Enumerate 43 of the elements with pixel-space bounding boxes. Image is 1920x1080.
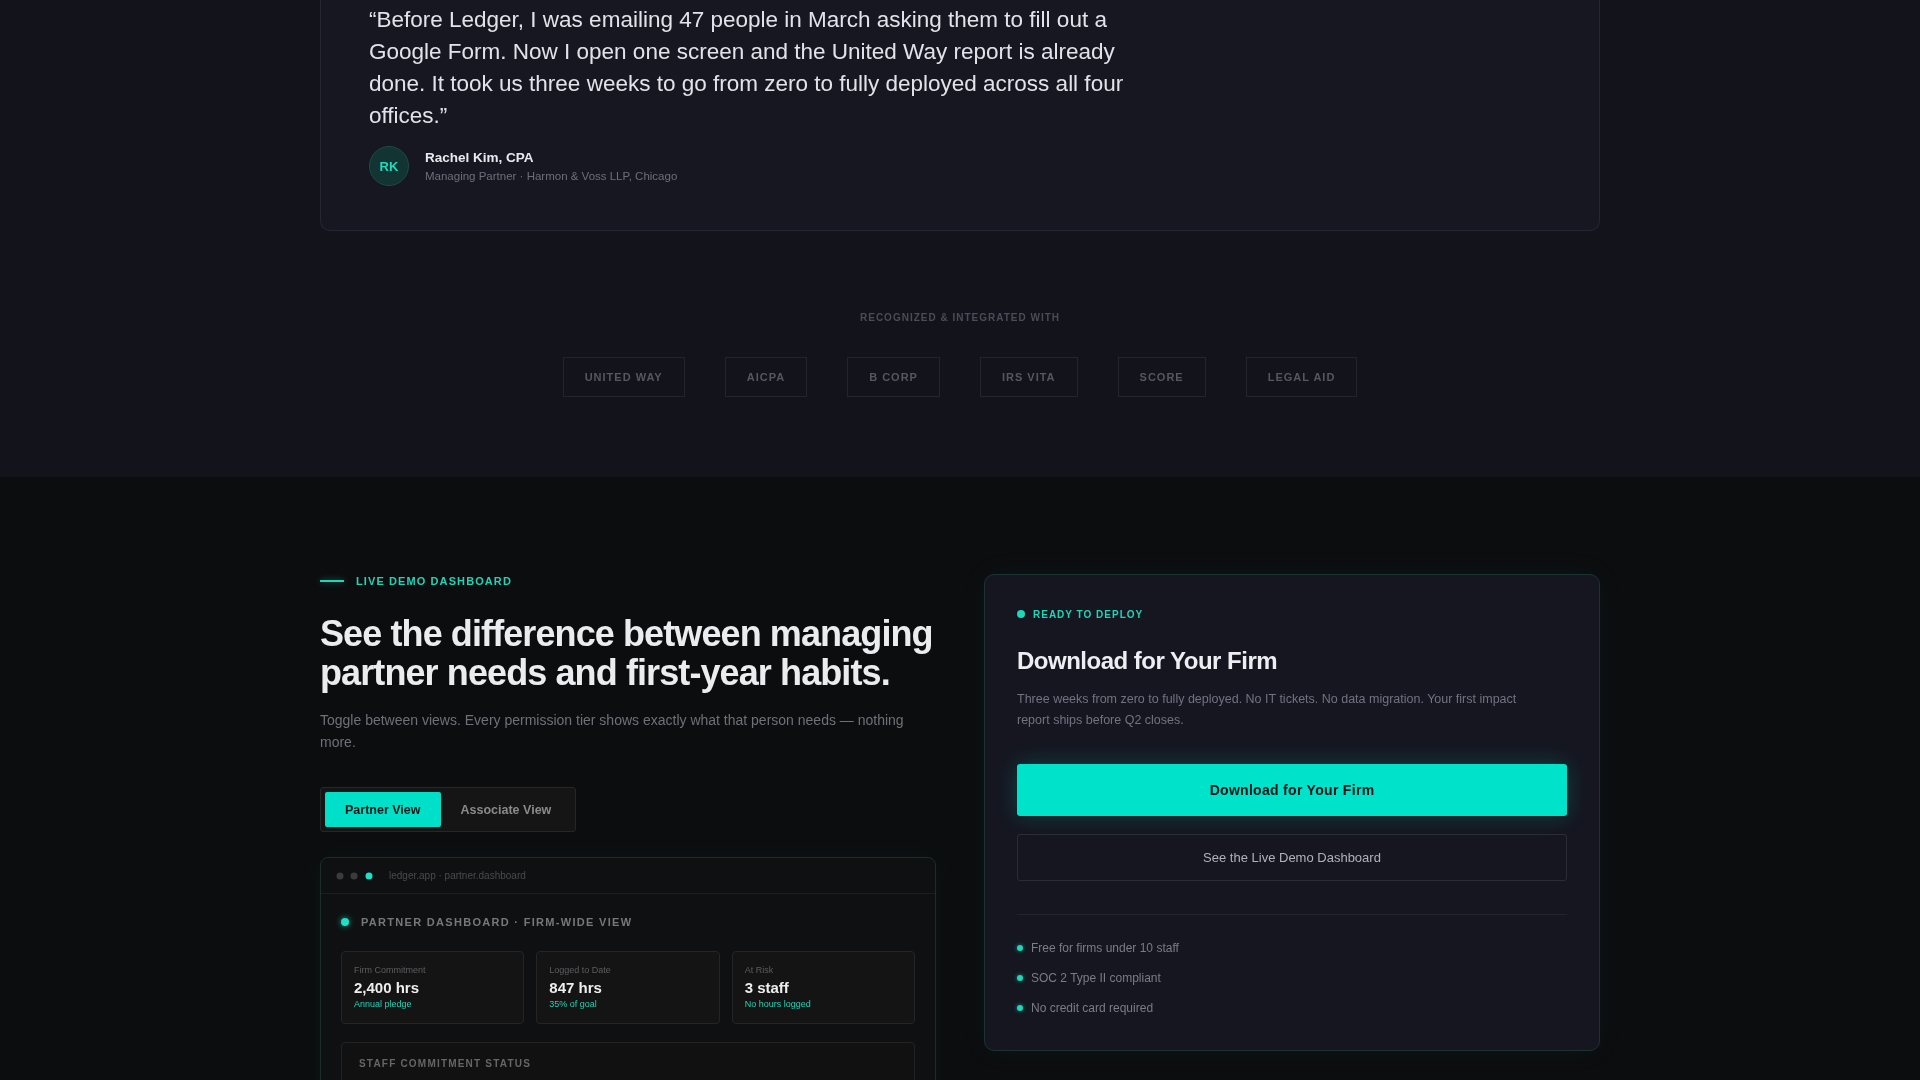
partner-badge: B CORP [847, 357, 940, 397]
view-tab[interactable]: Associate View [440, 792, 572, 827]
download-button[interactable]: Download for Your Firm [1017, 764, 1567, 816]
stat-label: At Risk [744, 964, 775, 976]
dashboard-title: PARTNER DASHBOARD · FIRM-WIDE VIEW [361, 916, 633, 928]
partner-badge: LEGAL AID [1245, 357, 1358, 397]
partner-badge: AICPA [724, 357, 808, 397]
testimonial-quote: “Before Ledger, I was emailing 47 people in March asking them to fill out a Google Form. Now I open one screen and the United Way report is already done. It took us three weeks to go from zero to fully deployed across all four offices.” [369, 6, 1125, 130]
stat-value: 847 hrs [549, 978, 603, 998]
stat-label: Logged to Date [549, 964, 612, 976]
author-name: Rachel Kim, CPA [425, 150, 535, 165]
stat-value: 2,400 hrs [354, 978, 421, 998]
avatar: RK [369, 146, 409, 186]
partner-badge: SCORE [1117, 357, 1206, 397]
demo-dashboard-button[interactable]: See the Live Demo Dashboard [1017, 834, 1567, 881]
status-label: READY TO DEPLOY [1033, 608, 1144, 620]
bullet-dot-icon [1017, 975, 1023, 981]
stat-note: Annual pledge [354, 998, 413, 1010]
eyebrow-label: LIVE DEMO DASHBOARD [356, 575, 512, 587]
stat-value: 3 staff [744, 978, 790, 998]
dash-icon [320, 580, 344, 582]
bullet-dot-icon [1017, 1005, 1023, 1011]
stat-note: No hours logged [744, 998, 812, 1010]
partner-badge: IRS VITA [979, 357, 1078, 397]
status-dot-icon [341, 918, 349, 926]
panel-title: STAFF COMMITMENT STATUS [359, 1058, 533, 1069]
card-title: Download for Your Firm [1017, 646, 1279, 676]
feature-text: SOC 2 Type II compliant [1031, 971, 1161, 985]
card-description: Three weeks from zero to fully deployed. No IT tickets. No data migration. Your first impact report ships before Q2 closes. [1017, 691, 1518, 729]
section-description: Toggle between views. Every permission tier shows exactly what that person needs — nothing more. [320, 711, 905, 752]
url-text: ledger.app · partner.dashboard [389, 870, 526, 881]
bullet-dot-icon [1017, 945, 1023, 951]
section-label: RECOGNIZED & INTEGRATED WITH [859, 312, 1061, 323]
status-dot-icon [1017, 610, 1025, 618]
window-dots-icon [336, 871, 373, 880]
feature-text: Free for firms under 10 staff [1031, 941, 1179, 955]
view-tab[interactable]: Partner View [325, 792, 441, 827]
author-role: Managing Partner · Harmon & Voss LLP, Chicago [425, 170, 678, 182]
partner-badge: UNITED WAY [562, 357, 685, 397]
stat-note: 35% of goal [549, 998, 598, 1010]
stat-label: Firm Commitment [354, 964, 427, 976]
feature-text: No credit card required [1031, 1001, 1154, 1015]
section-heading: See the difference between managing partner needs and first-year habits. [320, 614, 934, 692]
